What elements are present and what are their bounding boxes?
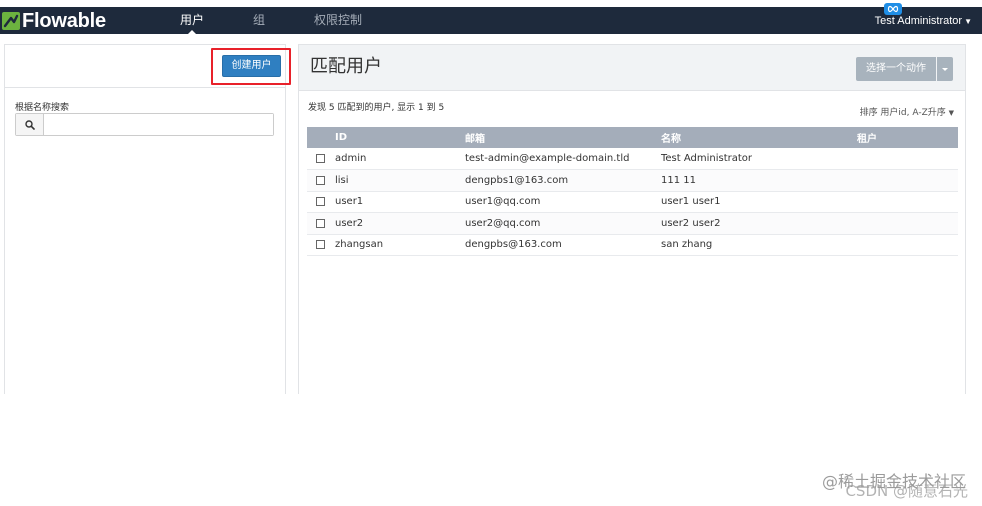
main-header: 匹配用户 选择一个动作 (299, 45, 965, 91)
row-checkbox[interactable] (316, 175, 325, 185)
cell-id: admin (335, 148, 465, 170)
header-tenant[interactable]: 租户 (857, 127, 958, 148)
cell-name: san zhang (661, 234, 857, 256)
row-checkbox[interactable] (316, 218, 325, 228)
cell-email: dengpbs@163.com (465, 234, 661, 256)
cell-tenant (857, 191, 958, 213)
cell-email: user1@qq.com (465, 191, 661, 213)
cell-tenant (857, 212, 958, 235)
create-user-button[interactable]: 创建用户 (222, 55, 281, 77)
table-row[interactable]: lisi dengpbs1@163.com 111 11 (307, 169, 958, 192)
search-icon[interactable] (16, 114, 44, 135)
table-row[interactable]: zhangsan dengpbs@163.com san zhang (307, 234, 958, 256)
nav-groups-label: 组 (253, 13, 266, 27)
users-table: ID 邮箱 名称 租户 admin test-admin@example-dom… (307, 127, 958, 256)
row-checkbox[interactable] (316, 197, 325, 207)
cell-name: Test Administrator (661, 148, 857, 170)
row-checkbox[interactable] (316, 240, 325, 250)
row-checkbox[interactable] (316, 154, 325, 163)
nav-privileges[interactable]: 权限控制 (314, 7, 362, 34)
table-header-row: ID 邮箱 名称 租户 (307, 127, 958, 148)
nav-groups[interactable]: 组 (253, 7, 265, 34)
table-row[interactable]: admin test-admin@example-domain.tld Test… (307, 148, 958, 170)
cell-name: 111 11 (661, 169, 857, 192)
cell-email: user2@qq.com (465, 212, 661, 235)
nav-users[interactable]: 用户 (180, 7, 204, 34)
cell-id: user2 (335, 212, 465, 235)
magnifier-icon (24, 119, 35, 130)
cell-id: lisi (335, 169, 465, 192)
top-navbar: Flowable 用户 组 权限控制 Test Administrator ▼ (0, 3, 982, 34)
header-email[interactable]: 邮箱 (465, 127, 661, 148)
cell-name: user1 user1 (661, 191, 857, 213)
search-input[interactable] (44, 114, 273, 135)
cell-email: dengpbs1@163.com (465, 169, 661, 192)
flowable-logo[interactable]: Flowable (0, 9, 106, 33)
cell-name: user2 user2 (661, 212, 857, 235)
flowable-logo-icon (2, 12, 20, 30)
cell-tenant (857, 148, 958, 170)
chevron-down-icon (942, 67, 948, 71)
action-dropdown-toggle[interactable] (937, 57, 953, 81)
cell-id: zhangsan (335, 234, 465, 256)
page-title: 匹配用户 (310, 56, 382, 77)
cell-id: user1 (335, 191, 465, 213)
header-select (307, 127, 335, 148)
brand-name: Flowable (22, 10, 106, 32)
chevron-down-icon: ▼ (964, 17, 972, 26)
user-name: Test Administrator (874, 15, 963, 27)
search-field (15, 113, 274, 136)
header-id[interactable]: ID (335, 127, 465, 148)
watermark-csdn: CSDN @随意石光 (845, 482, 968, 500)
active-indicator (188, 30, 196, 34)
sidebar-panel: 创建用户 根据名称搜索 (4, 44, 291, 394)
cell-tenant (857, 234, 958, 256)
table-row[interactable]: user1 user1@qq.com user1 user1 (307, 191, 958, 213)
table-row[interactable]: user2 user2@qq.com user2 user2 (307, 212, 958, 235)
nav-privileges-label: 权限控制 (314, 13, 363, 27)
nav-users-label: 用户 (180, 13, 205, 27)
sort-label: 排序 用户id, A-Z升序 (859, 108, 946, 118)
cell-tenant (857, 169, 958, 192)
main-panel: 匹配用户 选择一个动作 发现 5 匹配到的用户, 显示 1 到 5 排序 用户i… (298, 44, 966, 394)
result-summary: 发现 5 匹配到的用户, 显示 1 到 5 (308, 103, 445, 113)
cell-email: test-admin@example-domain.tld (465, 148, 661, 170)
search-label: 根据名称搜索 (15, 103, 70, 113)
header-name[interactable]: 名称 (661, 127, 857, 148)
sort-dropdown[interactable]: 排序 用户id, A-Z升序 ▼ (860, 105, 954, 118)
action-dropdown: 选择一个动作 (856, 57, 953, 81)
chevron-down-icon: ▼ (948, 109, 954, 117)
select-action-button[interactable]: 选择一个动作 (856, 57, 936, 81)
user-menu[interactable]: Test Administrator ▼ (875, 7, 972, 34)
